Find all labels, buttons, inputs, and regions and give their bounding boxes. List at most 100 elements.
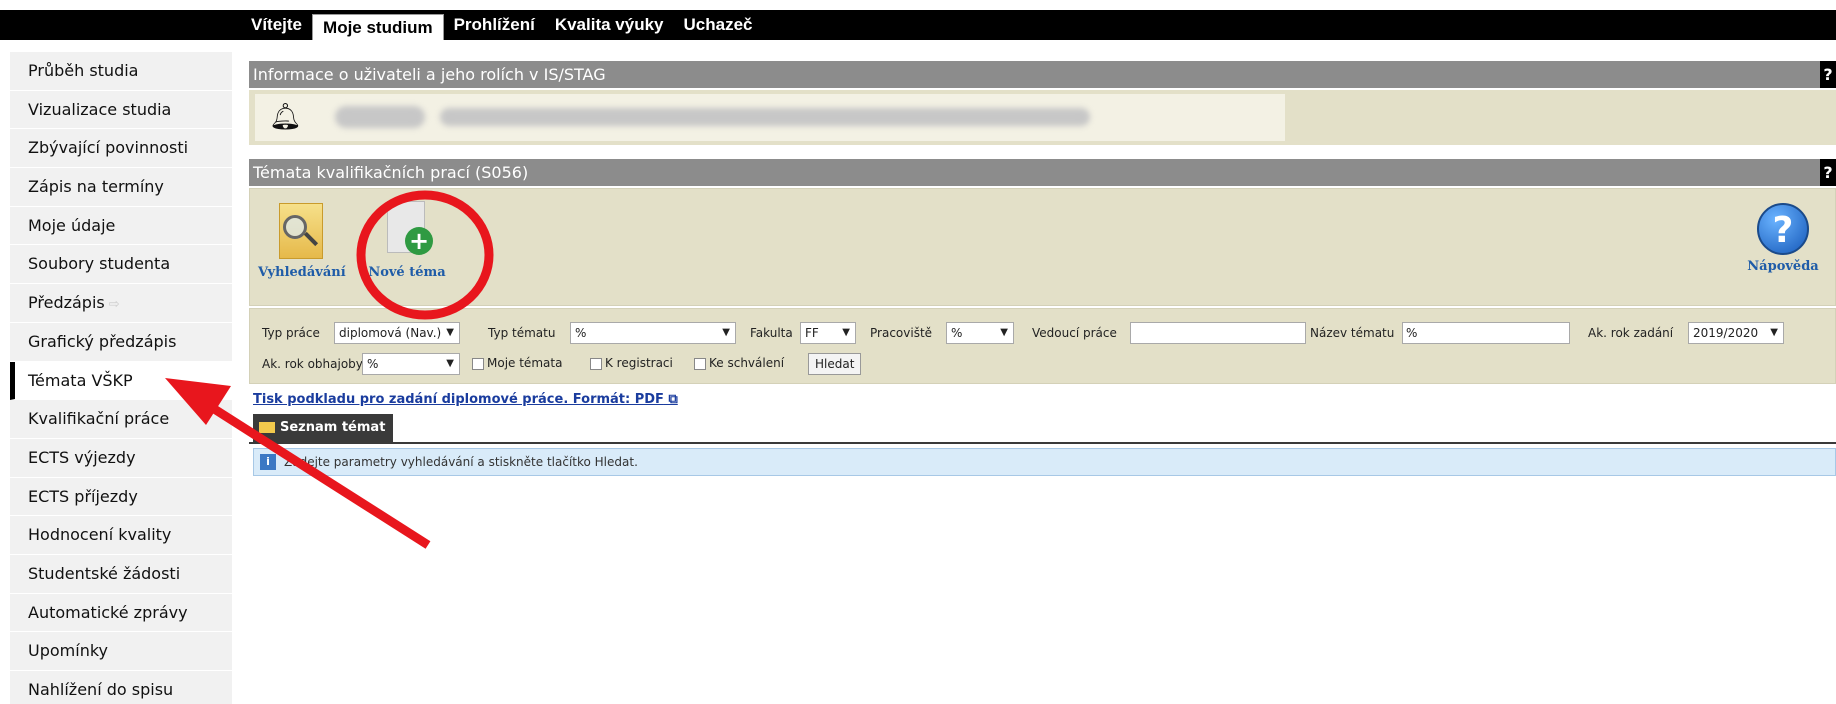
redacted-user-name — [335, 106, 425, 128]
topics-toolbar: Vyhledávání + Nové téma ? Nápověda — [249, 188, 1836, 306]
ak-rok-obhajoby-label: Ak. rok obhajoby — [262, 357, 363, 371]
info-message-text: Zadejte parametry vyhledávání a stisknět… — [284, 455, 638, 469]
info-message: i Zadejte parametry vyhledávání a stiskn… — [253, 448, 1836, 476]
sidebar-item-label: Grafický předzápis — [28, 331, 177, 351]
new-topic-button[interactable]: + Nové téma — [364, 197, 450, 280]
ak-rok-obhajoby-value: % — [367, 357, 379, 371]
tab-moje-studium[interactable]: Moje studium — [312, 14, 444, 40]
sidebar-item-zapis-na-terminy[interactable]: Zápis na termíny — [10, 168, 232, 207]
sidebar-item-label: Hodnocení kvality — [28, 525, 172, 545]
typ-prace-select[interactable]: diplomová (Nav.) ▼ — [334, 322, 460, 344]
typ-tematu-label: Typ tématu — [488, 326, 556, 340]
topics-panel-help-button[interactable]: ? — [1820, 159, 1836, 186]
new-topic-label: Nové téma — [368, 265, 446, 280]
fakulta-label: Fakulta — [750, 326, 793, 340]
sidebar-item-label: Zápis na termíny — [28, 177, 164, 197]
sidebar-item-ects-prijezdy[interactable]: ECTS příjezdy — [10, 477, 232, 517]
sidebar-item-temata-vskp[interactable]: Témata VŠKP — [10, 361, 232, 401]
folder-icon — [259, 422, 275, 433]
sidebar-item-label: Průběh studia — [28, 61, 139, 80]
help-label: Nápověda — [1747, 259, 1819, 274]
sidebar-item-label: Studentské žádosti — [28, 563, 181, 583]
user-panel-header: Informace o uživateli a jeho rolích v IS… — [249, 61, 1836, 88]
sidebar-item-label: Předzápis — [28, 293, 105, 313]
dropdown-arrow-icon: ▼ — [446, 327, 454, 338]
ak-rok-zadani-label: Ak. rok zadání — [1588, 326, 1674, 340]
fakulta-select[interactable]: FF ▼ — [800, 322, 856, 344]
typ-tematu-value: % — [575, 326, 587, 340]
tab-divider — [249, 442, 1836, 444]
sidebar-item-moje-udaje[interactable]: Moje údaje — [10, 206, 232, 246]
top-nav-bar: Vítejte Moje studium Prohlížení Kvalita … — [0, 10, 1836, 40]
user-panel-help-button[interactable]: ? — [1820, 61, 1836, 88]
tab-uchazec[interactable]: Uchazeč — [674, 10, 763, 40]
sidebar: Průběh studia Vizualizace studia Zbývají… — [10, 52, 232, 704]
sidebar-item-label: Automatické zprávy — [28, 602, 188, 622]
typ-tematu-select[interactable]: % ▼ — [570, 322, 736, 344]
moje-temata-checkbox[interactable]: Moje témata — [472, 356, 562, 370]
sidebar-item-label: Soubory studenta — [28, 254, 171, 274]
help-button[interactable]: ? Nápověda — [1743, 197, 1823, 274]
search-tool-label: Vyhledávání — [258, 265, 346, 280]
tab-prohlizeni[interactable]: Prohlížení — [444, 10, 545, 40]
k-registraci-label: K registraci — [605, 356, 673, 370]
sidebar-item-nahlizeni-do-spisu[interactable]: Nahlížení do spisu — [10, 671, 232, 704]
search-filters: Typ práce diplomová (Nav.) ▼ Typ tématu %… — [249, 308, 1836, 384]
sidebar-item-predzapis[interactable]: Předzápis ⇨ — [10, 284, 232, 323]
print-pdf-link[interactable]: Tisk podkladu pro zadání diplomové práce… — [253, 392, 678, 407]
vedouci-prace-input[interactable] — [1130, 322, 1306, 344]
typ-prace-label: Typ práce — [262, 326, 320, 340]
sidebar-item-automaticke-zpravy[interactable]: Automatické zprávy — [10, 593, 232, 633]
ak-rok-zadani-select[interactable]: 2019/2020 ▼ — [1688, 322, 1784, 344]
redacted-role-select — [440, 108, 1090, 126]
sidebar-item-label: Zbývající povinnosti — [28, 138, 189, 158]
sidebar-item-label: Nahlížení do spisu — [28, 680, 174, 699]
tab-seznam-temat[interactable]: Seznam témat — [253, 414, 394, 442]
dropdown-arrow-icon: ▼ — [842, 327, 850, 338]
sidebar-item-ects-vyjezdy[interactable]: ECTS výjezdy — [10, 438, 232, 478]
sidebar-item-graficky-predzapis[interactable]: Grafický předzápis — [10, 322, 232, 362]
dropdown-arrow-icon: ▼ — [1000, 327, 1008, 338]
sidebar-item-prubeh-studia[interactable]: Průběh studia — [10, 52, 232, 91]
folder-search-icon — [273, 197, 329, 261]
dropdown-arrow-icon: ▼ — [446, 358, 454, 369]
sidebar-item-studentske-zadosti[interactable]: Studentské žádosti — [10, 554, 232, 594]
search-tool-button[interactable]: Vyhledávání — [258, 197, 346, 280]
typ-prace-value: diplomová (Nav.) — [339, 326, 442, 340]
sidebar-item-label: Moje údaje — [28, 215, 116, 235]
ak-rok-obhajoby-select[interactable]: % ▼ — [362, 353, 460, 375]
new-document-icon: + — [379, 197, 435, 261]
print-pdf-link-text: Tisk podkladu pro zadání diplomové práce… — [253, 392, 664, 407]
ke-schvaleni-checkbox[interactable]: Ke schválení — [694, 356, 784, 370]
sidebar-item-label: ECTS výjezdy — [28, 447, 136, 467]
nazev-tematu-input[interactable]: % — [1402, 322, 1570, 344]
ak-rok-zadani-value: 2019/2020 — [1693, 326, 1759, 340]
sidebar-item-label: Kvalifikační práce — [28, 409, 170, 429]
topics-panel-title: Témata kvalifikačních prací (S056) — [253, 163, 529, 182]
tab-vitejte[interactable]: Vítejte — [241, 10, 312, 40]
user-info-row: 🔔︎ — [249, 90, 1836, 145]
dropdown-arrow-icon: ▼ — [1770, 327, 1778, 338]
k-registraci-checkbox[interactable]: K registraci — [590, 356, 673, 370]
moje-temata-label: Moje témata — [487, 356, 563, 370]
vedouci-prace-label: Vedoucí práce — [1032, 326, 1117, 340]
bell-icon[interactable]: 🔔︎ — [269, 102, 302, 132]
user-info-box: 🔔︎ — [255, 94, 1285, 141]
external-link-icon: ⧉ — [668, 392, 678, 407]
external-arrow-icon: ⇨ — [108, 297, 120, 313]
sidebar-item-soubory-studenta[interactable]: Soubory studenta — [10, 245, 232, 285]
nazev-tematu-label: Název tématu — [1310, 326, 1395, 340]
sidebar-item-upominky[interactable]: Upomínky — [10, 632, 232, 671]
sidebar-item-zbyvajici-povinnosti[interactable]: Zbývající povinnosti — [10, 129, 232, 169]
pracoviste-value: % — [951, 326, 963, 340]
pracoviste-select[interactable]: % ▼ — [946, 322, 1014, 344]
sidebar-item-label: Vizualizace studia — [28, 99, 172, 119]
dropdown-arrow-icon: ▼ — [722, 327, 730, 338]
sidebar-item-kvalifikacni-prace[interactable]: Kvalifikační práce — [10, 400, 232, 439]
sidebar-item-hodnoceni-kvality[interactable]: Hodnocení kvality — [10, 516, 232, 555]
tab-kvalita-vyuky[interactable]: Kvalita výuky — [545, 10, 674, 40]
hledat-button[interactable]: Hledat — [808, 353, 862, 375]
sidebar-item-label: Témata VŠKP — [28, 370, 133, 390]
user-panel-title: Informace o uživateli a jeho rolích v IS… — [253, 65, 606, 84]
sidebar-item-vizualizace-studia[interactable]: Vizualizace studia — [10, 90, 232, 130]
